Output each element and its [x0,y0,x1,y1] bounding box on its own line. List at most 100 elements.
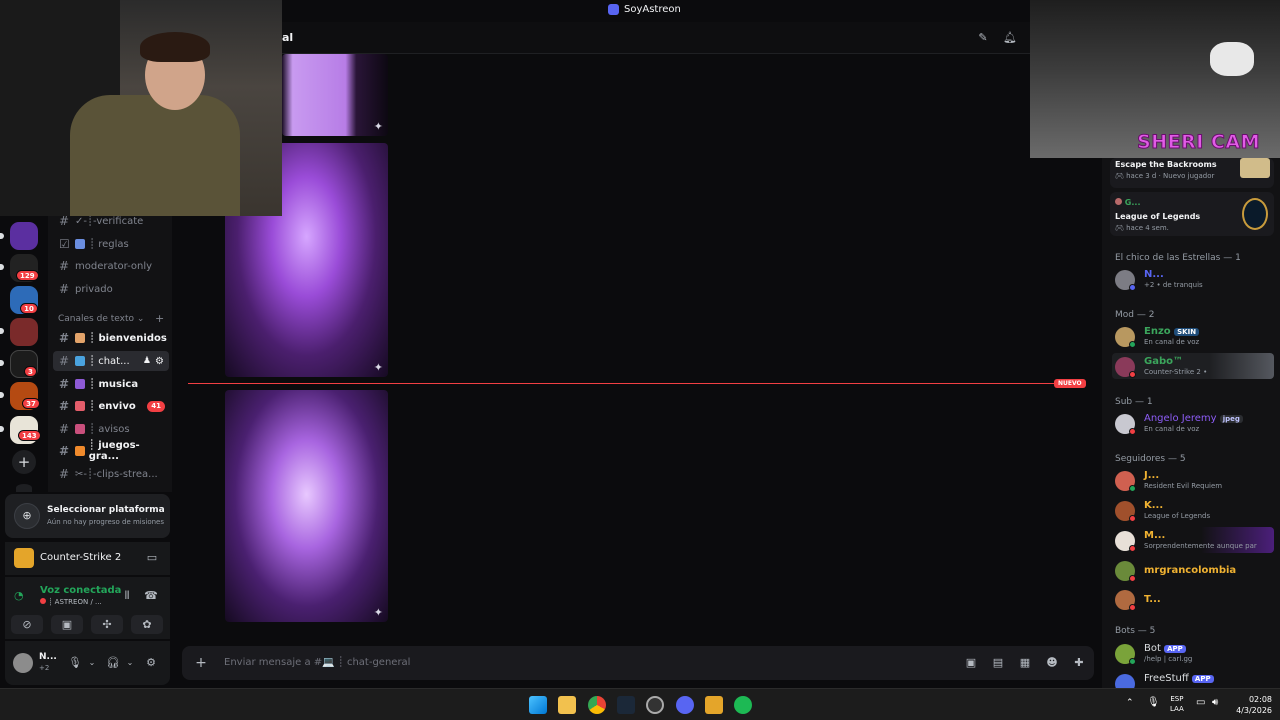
channel-item[interactable]: # ┊ musica [53,374,169,394]
hash-icon: # [59,444,70,458]
composer-placeholder[interactable]: Enviar mensaje a #💻 ┊ chat-general [224,657,410,668]
member-activity: En canal de voz [1144,338,1200,346]
member-item[interactable]: K... League of Legends [1112,497,1274,523]
bell-icon[interactable]: 🔔︎ [1003,31,1017,45]
member-item[interactable]: J... Resident Evil Requiem [1112,467,1274,493]
league-icon [1242,198,1268,230]
soundboard-icon[interactable]: ⦀ [120,589,134,603]
channel-item[interactable]: # ┊ avisos [53,419,169,439]
alert-emoji-icon [75,424,85,434]
microphone-icon[interactable]: 🎙︎ [1147,697,1160,708]
sticker-icon[interactable]: ▦ [1018,656,1032,670]
member-item[interactable]: N... +2 • de tranquis [1112,266,1274,292]
game-icon [14,548,34,568]
discord-icon[interactable] [676,696,694,714]
rules-icon: ☑ [59,237,70,251]
avatar [1115,674,1135,688]
plus-icon[interactable]: + [194,656,208,670]
channel-item[interactable]: # moderator-only [53,256,169,276]
server-icon[interactable] [10,222,38,250]
discover-icon[interactable] [16,484,32,492]
channel-label: ✓-┊-verificate [75,215,144,227]
channel-item[interactable]: # privado [53,279,169,299]
gift-icon[interactable]: ▣ [964,656,978,670]
window-title-text: SoyAstreon [624,4,681,15]
create-channel-icon[interactable]: + [155,312,164,325]
activity-card[interactable]: G... League of Legends 🎮︎ hace 4 sem. [1110,192,1274,236]
pet-cam-overlay: SHERI CAM [1030,0,1280,158]
channel-label: ┊ chat... [89,355,130,367]
chevron-down-icon[interactable]: ⌄ [85,656,99,670]
signal-icon[interactable]: ◔ [14,589,24,602]
channel-label: ┊ reglas [89,238,129,250]
add-server-icon[interactable]: + [12,450,36,474]
gear-icon[interactable]: ⚙ [155,356,164,367]
language-indicator[interactable]: ESP LAA [1170,694,1184,714]
member-activity: /help | carl.gg [1144,655,1193,663]
member-item[interactable]: Angelo Jeremy jpeg En canal de voz [1112,410,1274,436]
member-item[interactable]: Gabo™ Counter-Strike 2 • [1112,353,1274,379]
emoji-icon[interactable]: ☻ [1045,656,1059,670]
volume-icon[interactable]: 🔊︎ [1212,697,1218,708]
screen-share-icon[interactable]: ▭ [145,551,159,565]
spotify-icon[interactable] [734,696,752,714]
counter-strike-icon[interactable] [705,696,723,714]
chevron-down-icon[interactable]: ⌄ [123,656,137,670]
chevron-up-icon[interactable]: ⌃ [1126,698,1134,708]
member-name-text: Enzo [1144,326,1171,337]
clock[interactable]: 02:08 4/3/2026 [1230,694,1272,716]
live-dot-icon [40,598,46,604]
activities-button[interactable]: ✣ [91,615,123,634]
gif-icon[interactable]: ▤ [991,656,1005,670]
channel-item[interactable]: ☑ ┊ reglas [53,234,169,254]
invite-icon[interactable]: ♟ [143,356,151,366]
channel-item[interactable]: # ✂-┊-clips-strea... [53,464,169,484]
start-icon[interactable] [529,696,547,714]
status-dot [1129,604,1136,611]
activity-title: Escape the Backrooms [1115,160,1217,169]
channel-item-active[interactable]: # ┊ chat... ♟ ⚙ [53,351,169,371]
microphone-icon[interactable]: 🎙︎ [68,656,82,670]
member-activity: Sorprendentemente aunque par [1144,542,1257,550]
status-dot [1129,371,1136,378]
member-item[interactable]: Enzo SKIN En canal de voz [1112,323,1274,349]
soundboard-button[interactable]: ✿ [131,615,163,634]
avatar[interactable] [13,653,33,673]
image-attachment[interactable]: ✦ [225,390,388,622]
member-item[interactable]: Bot APP /help | carl.gg [1112,640,1274,666]
server-icon[interactable] [10,318,38,346]
member-item[interactable]: T... [1112,586,1274,612]
camera-off-icon: ⊘ [22,618,32,631]
activity-card[interactable]: Escape the Backrooms 🎮︎ hace 3 d · Nuevo… [1110,158,1274,188]
message-composer[interactable]: + Enviar mensaje a #💻 ┊ chat-general ▣ ▤… [182,646,1094,680]
display-icon[interactable]: ▭ [1196,697,1205,708]
activity-panel[interactable]: Counter-Strike 2 ▭ [5,542,170,575]
headphones-icon[interactable]: 🎧︎ [106,656,120,670]
mention-badge: 143 [18,430,41,441]
threads-icon[interactable]: ✎ [976,31,990,45]
channel-item[interactable]: # ┊ envivo 41 [53,396,169,416]
activity-meta: 🎮︎ hace 4 sem. [1115,224,1169,232]
member-item[interactable]: M... Sorprendentemente aunque par [1112,527,1274,553]
member-item[interactable]: FreeStuff APP [1112,670,1274,688]
app-icon[interactable] [646,696,664,714]
category-header[interactable]: Canales de texto ⌄ [58,314,144,324]
steam-icon[interactable] [617,696,635,714]
category-label: Canales de texto [58,314,134,324]
apps-icon[interactable]: ✚ [1072,656,1086,670]
channel-item[interactable]: # ┊ juegos-gra... [53,440,169,462]
status-dot [1129,428,1136,435]
disconnect-icon[interactable]: ☎ [144,589,158,603]
chrome-icon[interactable] [588,696,606,714]
member-item[interactable]: mrgrancolombia [1112,557,1274,583]
camera-button[interactable]: ⊘ [11,615,43,634]
member-name: Bot APP [1144,643,1186,654]
screen-share-button[interactable]: ▣ [51,615,83,634]
app-badge: APP [1164,645,1186,653]
quest-panel[interactable]: ⊕ Seleccionar plataforma Aún no hay prog… [5,494,170,538]
folder-icon[interactable] [558,696,576,714]
channel-item[interactable]: # ┊ bienvenidos [53,328,169,348]
gear-icon[interactable]: ⚙ [144,656,158,670]
megaphone-emoji-icon [75,401,85,411]
image-attachment[interactable]: ✦ [282,54,388,136]
